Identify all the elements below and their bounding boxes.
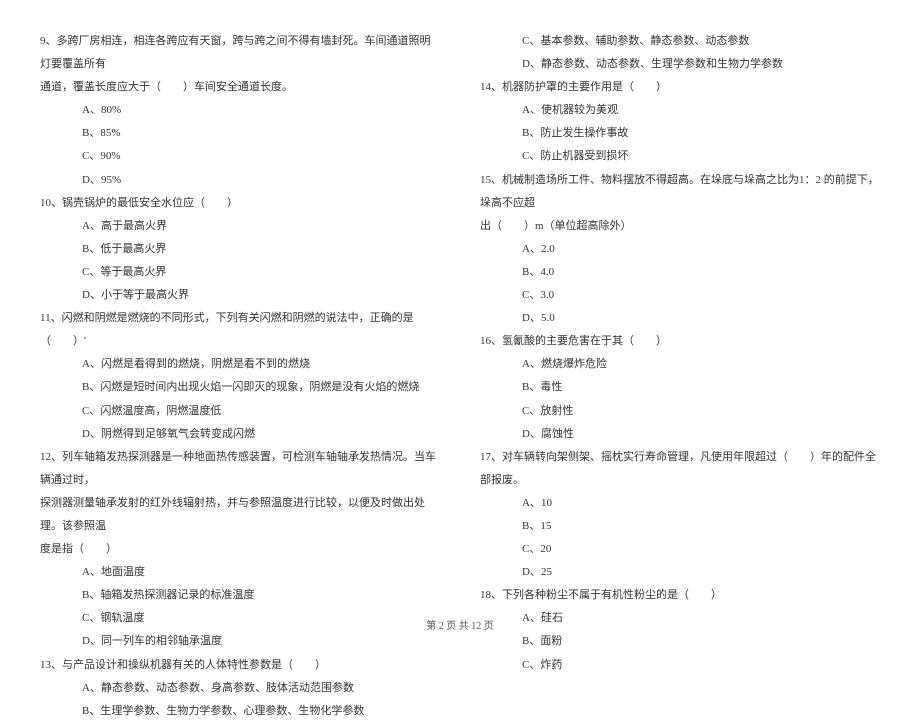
q13-option-c: C、基本参数、辅助参数、静态参数、动态参数: [480, 30, 880, 53]
q13-line1: 13、与产品设计和操纵机器有关的人体特性参数是（ ）: [40, 654, 440, 677]
q15-option-c: C、3.0: [480, 284, 880, 307]
q15-option-b: B、4.0: [480, 261, 880, 284]
q12-line3: 度是指（ ）: [40, 538, 440, 561]
q12-line2: 探测器测量轴承发射的红外线辐射热，并与参照温度进行比较，以便及时做出处理。该参照…: [40, 492, 440, 538]
q16-option-b: B、毒性: [480, 376, 880, 399]
q14-option-c: C、防止机器受到损坏: [480, 145, 880, 168]
q16-option-d: D、腐蚀性: [480, 423, 880, 446]
two-column-layout: 9、多跨厂房相连，相连各跨应有天窗，跨与跨之间不得有墙封死。车间通道照明灯要覆盖…: [40, 30, 880, 590]
q10-option-a: A、高于最高火界: [40, 215, 440, 238]
q9-option-a: A、80%: [40, 99, 440, 122]
q9-option-b: B、85%: [40, 122, 440, 145]
q10-option-b: B、低于最高火界: [40, 238, 440, 261]
q11-option-a: A、闪燃是看得到的燃烧，阴燃是看不到的燃烧: [40, 353, 440, 376]
q11-option-b: B、闪燃是短时间内出现火焰一闪即灭的现象，阴燃是没有火焰的燃烧: [40, 376, 440, 399]
q13-option-b: B、生理学参数、生物力学参数、心理参数、生物化学参数: [40, 700, 440, 723]
q9-line2: 通道，覆盖长度应大于（ ）车间安全通道长度。: [40, 76, 440, 99]
q17-line1: 17、对车辆转向架侧架、摇枕实行寿命管理，凡使用年限超过（ ）年的配件全部报废。: [480, 446, 880, 492]
q17-option-b: B、15: [480, 515, 880, 538]
q15-line2: 出（ ）m（单位超高除外）: [480, 215, 880, 238]
q10-option-d: D、小于等于最高火界: [40, 284, 440, 307]
q18-option-c: C、炸药: [480, 654, 880, 677]
q18-option-b: B、面粉: [480, 630, 880, 653]
q14-line1: 14、机器防护罩的主要作用是（ ）: [480, 76, 880, 99]
q9-line1: 9、多跨厂房相连，相连各跨应有天窗，跨与跨之间不得有墙封死。车间通道照明灯要覆盖…: [40, 30, 440, 76]
q15-option-d: D、5.0: [480, 307, 880, 330]
page-footer: 第 2 页 共 12 页: [0, 617, 920, 632]
q16-option-a: A、燃烧爆炸危险: [480, 353, 880, 376]
q12-option-b: B、轴箱发热探测器记录的标准温度: [40, 584, 440, 607]
q11-option-d: D、阴燃得到足够氧气会转变成闪燃: [40, 423, 440, 446]
q11-line1: 11、闪燃和阴燃是燃烧的不同形式，下列有关闪燃和阴燃的说法中，正确的是（ ）': [40, 307, 440, 353]
q17-option-a: A、10: [480, 492, 880, 515]
q11-option-c: C、闪燃温度高，阴燃温度低: [40, 400, 440, 423]
q10-line1: 10、锅壳锅炉的最低安全水位应（ ）: [40, 192, 440, 215]
q16-option-c: C、放射性: [480, 400, 880, 423]
q9-option-d: D、95%: [40, 169, 440, 192]
q14-option-a: A、使机器较为美观: [480, 99, 880, 122]
q18-line1: 18、下列各种粉尘不属于有机性粉尘的是（ ）: [480, 584, 880, 607]
q12-option-d: D、同一列车的相邻轴承温度: [40, 630, 440, 653]
q14-option-b: B、防止发生操作事故: [480, 122, 880, 145]
q9-option-c: C、90%: [40, 145, 440, 168]
q12-line1: 12、列车轴箱发热探测器是一种地面热传感装置，可检测车轴轴承发热情况。当车辆通过…: [40, 446, 440, 492]
q17-option-c: C、20: [480, 538, 880, 561]
q13-option-a: A、静态参数、动态参数、身高参数、肢体活动范围参数: [40, 677, 440, 700]
left-column: 9、多跨厂房相连，相连各跨应有天窗，跨与跨之间不得有墙封死。车间通道照明灯要覆盖…: [40, 30, 440, 590]
q13-option-d: D、静态参数、动态参数、生理学参数和生物力学参数: [480, 53, 880, 76]
q10-option-c: C、等于最高火界: [40, 261, 440, 284]
right-column: C、基本参数、辅助参数、静态参数、动态参数 D、静态参数、动态参数、生理学参数和…: [480, 30, 880, 590]
q16-line1: 16、氢氰酸的主要危害在于其（ ）: [480, 330, 880, 353]
q15-line1: 15、机械制造场所工件、物料摆放不得超高。在垛底与垛高之比为1：2 的前提下，垛…: [480, 169, 880, 215]
q12-option-a: A、地面温度: [40, 561, 440, 584]
q15-option-a: A、2.0: [480, 238, 880, 261]
q17-option-d: D、25: [480, 561, 880, 584]
